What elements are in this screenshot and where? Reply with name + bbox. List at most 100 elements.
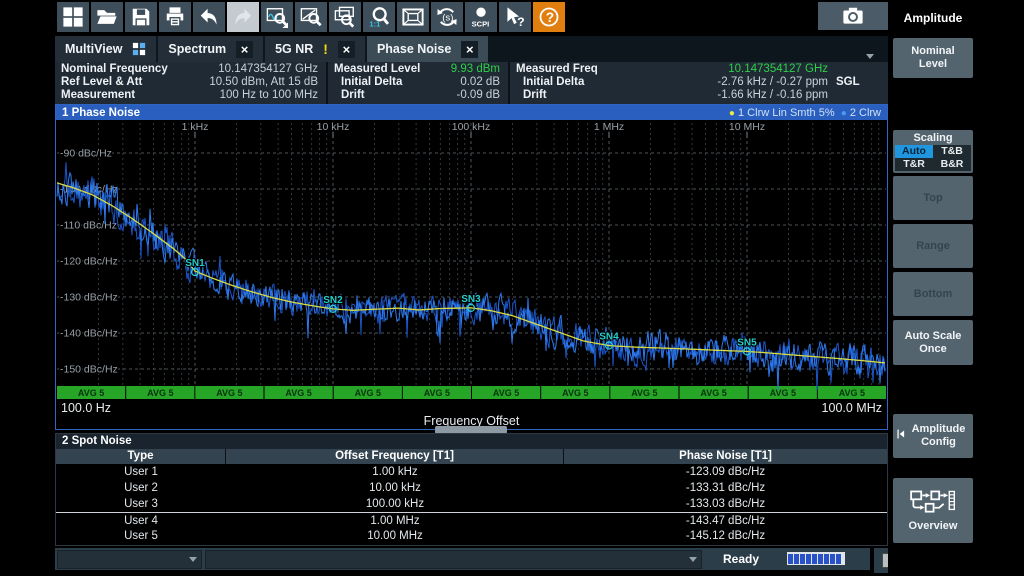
- sweep-single-button[interactable]: (s): [431, 2, 463, 32]
- svg-text:(s): (s): [442, 12, 453, 23]
- tab-spectrum[interactable]: Spectrum×: [158, 36, 263, 62]
- redo-button[interactable]: [227, 2, 259, 32]
- svg-text:SN5: SN5: [737, 337, 757, 348]
- tab-label: Phase Noise: [377, 42, 451, 56]
- softkey-label: Overview: [909, 520, 958, 533]
- softkey-bottom[interactable]: Bottom: [893, 272, 973, 316]
- tab-label: 5G NR: [275, 42, 313, 56]
- zoom-1to1-button[interactable]: 1:1: [363, 2, 395, 32]
- spot-offset-frequency: 1.00 kHz: [226, 464, 564, 480]
- save-icon: [130, 6, 152, 28]
- phase-noise-plot[interactable]: 1 kHz10 kHz100 kHz1 MHz10 MHz-90 dBc/Hz-…: [56, 120, 887, 400]
- zoom-multi-button[interactable]: [329, 2, 361, 32]
- screenshot-button[interactable]: [818, 2, 888, 30]
- progress-segment: [830, 554, 835, 564]
- scpi-button[interactable]: SCPI: [465, 2, 497, 32]
- scaling-option-auto[interactable]: Auto: [895, 145, 933, 158]
- tab-phase-noise[interactable]: Phase Noise ×: [367, 36, 488, 62]
- info-row-initial-delta: Initial Delta-2.76 kHz / -0.27 ppmSGL: [510, 76, 888, 89]
- softkey-label: Top: [923, 192, 942, 205]
- svg-text:AVG 5: AVG 5: [700, 388, 726, 398]
- softkey-amplitude-config[interactable]: Amplitude Config: [893, 414, 973, 458]
- softkey-range[interactable]: Range: [893, 224, 973, 268]
- info-row-measurement: Measurement100 Hz to 100 MHz: [55, 89, 326, 102]
- table-header-row: TypeOffset Frequency [T1]Phase Noise [T1…: [56, 449, 887, 464]
- softkey-menu-title: Amplitude: [893, 0, 973, 36]
- softkey-label: Bottom: [914, 288, 953, 301]
- scaling-label: Scaling: [893, 130, 973, 145]
- column-header-type: Type: [56, 449, 226, 464]
- camera-icon: [840, 5, 866, 27]
- softkey-nominal-level[interactable]: Nominal Level: [893, 38, 973, 78]
- tab-bar: MultiView Spectrum×5G NR!× Phase Noise ×: [55, 36, 888, 62]
- zoom-trace-icon: [266, 6, 288, 28]
- softkey-label: Range: [916, 240, 950, 253]
- spot-offset-frequency: 100.00 kHz: [226, 496, 564, 512]
- zoom-window-button[interactable]: [295, 2, 327, 32]
- trace-color-dot: ●: [729, 108, 735, 119]
- info-label: Drift: [510, 89, 547, 102]
- svg-text:SN1: SN1: [185, 258, 205, 269]
- zoom-multi-icon: [334, 6, 356, 28]
- table-row[interactable]: User 510.00 MHz-145.12 dBc/Hz: [56, 528, 887, 544]
- context-help-button[interactable]: ?: [499, 2, 531, 32]
- table-row[interactable]: User 41.00 MHz-143.47 dBc/Hz: [56, 512, 887, 528]
- scaling-option-t-b[interactable]: T&B: [933, 145, 971, 158]
- print-button[interactable]: [159, 2, 191, 32]
- info-value: -0.09 dB: [365, 89, 508, 102]
- tab-multiview[interactable]: MultiView: [55, 36, 156, 62]
- svg-text:?: ?: [546, 10, 554, 25]
- tab-label: MultiView: [65, 42, 122, 56]
- status-dropdown-1[interactable]: [57, 550, 202, 569]
- close-icon[interactable]: ×: [338, 41, 355, 58]
- tab-5g-nr[interactable]: 5G NR!×: [265, 36, 365, 62]
- scaling-option-t-r[interactable]: T&R: [895, 158, 933, 171]
- spot-noise-window: 2 Spot Noise TypeOffset Frequency [T1]Ph…: [55, 433, 888, 546]
- table-row[interactable]: User 210.00 kHz-133.31 dBc/Hz: [56, 480, 887, 496]
- spot-type: User 5: [56, 528, 226, 544]
- scaling-option-b-r[interactable]: B&R: [933, 158, 971, 171]
- info-value: 10.50 dBm, Att 15 dB: [142, 76, 326, 89]
- table-row[interactable]: User 11.00 kHz-123.09 dBc/Hz: [56, 464, 887, 480]
- svg-text:SN3: SN3: [461, 294, 481, 305]
- phase-noise-window: 1 Phase Noise ● 1 Clrw Lin Smth 5% ● 2 C…: [55, 104, 888, 430]
- info-row-nominal-frequency: Nominal Frequency10.147354127 GHz: [55, 63, 326, 76]
- svg-text:AVG 5: AVG 5: [78, 388, 104, 398]
- open-folder-button[interactable]: [91, 2, 123, 32]
- softkey-auto-scale-once[interactable]: Auto Scale Once: [893, 320, 973, 365]
- svg-text:10 MHz: 10 MHz: [729, 121, 765, 133]
- svg-text:AVG 5: AVG 5: [147, 388, 173, 398]
- sweep-single-icon: (s): [436, 6, 458, 28]
- progress-segment: [836, 554, 841, 564]
- svg-text:SN2: SN2: [323, 295, 343, 306]
- softkey-top[interactable]: Top: [893, 176, 973, 220]
- info-value: 100 Hz to 100 MHz: [135, 89, 326, 102]
- x-axis-end-label: 100.0 MHz: [822, 401, 882, 415]
- chevron-down-icon: [689, 557, 697, 562]
- zoom-window-icon: [300, 6, 322, 28]
- undo-button[interactable]: [193, 2, 225, 32]
- overview-flow-icon: [910, 489, 956, 513]
- instrument-screen: 1:1(s)SCPI?? MultiViewSpectrum×5G NR!×Ph…: [0, 0, 1024, 576]
- info-column-3: Measured Freq10.147354127 GHzInitial Del…: [510, 62, 888, 104]
- info-label: Initial Delta: [328, 76, 402, 89]
- print-icon: [164, 6, 186, 28]
- info-label: Initial Delta: [510, 76, 584, 89]
- status-dropdown-2[interactable]: [205, 550, 702, 569]
- close-icon[interactable]: ×: [236, 41, 253, 58]
- save-button[interactable]: [125, 2, 157, 32]
- info-value: 10.147354127 GHz: [598, 63, 836, 76]
- info-value: 9.93 dBm: [420, 63, 508, 76]
- display-frame-button[interactable]: [397, 2, 429, 32]
- table-row[interactable]: User 3100.00 kHz-133.03 dBc/Hz: [56, 496, 887, 512]
- measurement-info-bar: Nominal Frequency10.147354127 GHzRef Lev…: [55, 62, 888, 104]
- spot-type: User 4: [56, 513, 226, 528]
- windows-button[interactable]: [57, 2, 89, 32]
- help-button[interactable]: ?: [533, 2, 565, 32]
- info-label: Measurement: [55, 89, 135, 102]
- close-icon[interactable]: ×: [461, 41, 478, 58]
- info-label: Ref Level & Att: [55, 76, 142, 89]
- softkey-overview[interactable]: Overview: [893, 478, 973, 543]
- svg-text:AVG 5: AVG 5: [285, 388, 311, 398]
- zoom-trace-button[interactable]: [261, 2, 293, 32]
